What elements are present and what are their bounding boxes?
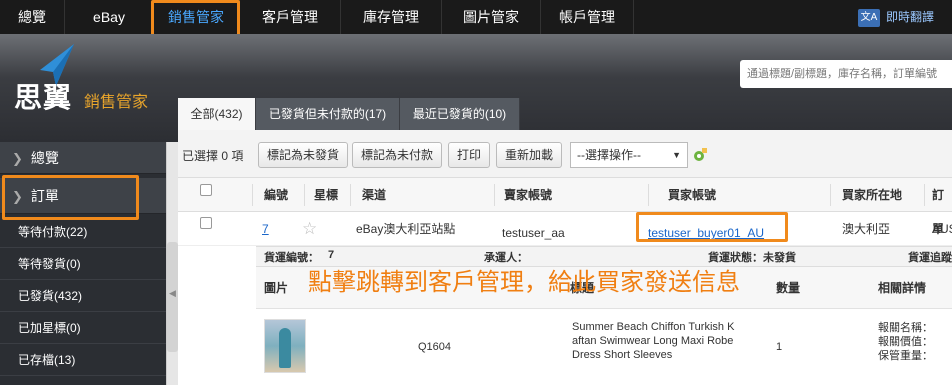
- main-panel: 已選擇 0 項 標記為未發貨 標記為未付款 打印 重新加載 --選擇操作-- ▼…: [178, 130, 952, 385]
- sidebar-splitter[interactable]: ◀: [166, 142, 178, 385]
- mark-unpaid-button[interactable]: 標記為未付款: [352, 142, 442, 168]
- annotation-text: 點擊跳轉到客戶管理，給此買家發送信息: [308, 269, 740, 296]
- table-header: 編號 星標 渠道 賣家帳號 買家帳號 買家所在地 訂單: [178, 178, 952, 236]
- col-details: 相關詳情: [878, 281, 927, 295]
- item-row: Q1604 Summer Beach Chiffon Turkish K aft…: [256, 309, 952, 385]
- column-divider: [494, 184, 495, 206]
- sidebar-item-awaiting-payment[interactable]: 等待付款(22): [0, 216, 166, 248]
- item-title: Summer Beach Chiffon Turkish K aftan Swi…: [572, 320, 734, 362]
- nav-inventory-management[interactable]: 庫存管理: [341, 0, 441, 34]
- selected-count: 已選擇 0 項: [182, 149, 244, 163]
- translate-label: 即時翻譯: [885, 10, 934, 24]
- collapse-arrow-icon[interactable]: ◀: [169, 288, 176, 299]
- column-divider: [648, 184, 649, 206]
- col-quantity: 數量: [776, 281, 801, 295]
- nav-ebay[interactable]: eBay: [65, 0, 153, 34]
- shipment-id-value: 7: [328, 249, 335, 261]
- table-row: 7 ☆ eBay澳大利亞站點 testuser_aa testuser_buye…: [178, 212, 952, 246]
- col-order[interactable]: 訂單: [932, 178, 952, 236]
- green-gear-icon[interactable]: [692, 147, 708, 163]
- column-divider: [830, 184, 831, 206]
- col-star[interactable]: 星標: [314, 178, 338, 212]
- nav-divider: [633, 0, 634, 34]
- order-id-link[interactable]: 7: [262, 212, 269, 246]
- col-buyer-location[interactable]: 買家所在地: [842, 178, 902, 212]
- nav-customer-management[interactable]: 客戶管理: [240, 0, 340, 34]
- column-divider: [350, 184, 351, 206]
- buyer-location-cell: 澳大利亞: [842, 222, 891, 236]
- col-buyer-account[interactable]: 買家帳號: [668, 178, 716, 212]
- col-image: 圖片: [264, 281, 289, 295]
- product-thumbnail[interactable]: [264, 319, 306, 373]
- item-title-line: Summer Beach Chiffon Turkish K: [572, 321, 735, 333]
- logo-main-text: 思翼: [14, 82, 73, 113]
- col-id[interactable]: 編號: [264, 178, 288, 212]
- sidebar-item-starred[interactable]: 已加星標(0): [0, 312, 166, 344]
- top-navigation: 總覽 eBay 銷售管家 客戶管理 庫存管理 圖片管家 帳戶管理 文A 即時翻譯: [0, 0, 952, 34]
- item-details: 報關名稱： 報關價值： 保管重量：: [878, 321, 933, 363]
- tab-all[interactable]: 全部(432): [178, 98, 256, 130]
- weight-label: 保管重量：: [878, 350, 933, 362]
- search-input[interactable]: 通過標題/副標題，庫存名稱，訂單編號: [740, 60, 952, 88]
- chevron-right-icon: ❯: [12, 151, 23, 166]
- sidebar-orders-highlight-box: [2, 175, 139, 220]
- nav-account-management[interactable]: 帳戶管理: [541, 0, 633, 34]
- tracking-label: 貨運追蹤: [908, 252, 952, 264]
- channel-cell: eBay澳大利亞站點: [356, 222, 456, 236]
- col-channel[interactable]: 渠道: [362, 178, 386, 212]
- column-divider: [252, 184, 253, 206]
- sidebar-section-label: 總覽: [30, 150, 59, 166]
- item-quantity: 1: [776, 341, 783, 353]
- action-select[interactable]: --選擇操作-- ▼: [570, 142, 688, 168]
- sidebar-item-awaiting-shipment[interactable]: 等待發貨(0): [0, 248, 166, 280]
- star-icon[interactable]: ☆: [302, 220, 317, 237]
- tab-shipped-unpaid[interactable]: 已發貨但未付款的(17): [256, 98, 400, 130]
- column-divider: [924, 184, 925, 206]
- customs-name-label: 報關名稱：: [878, 322, 933, 334]
- nav-image-manager[interactable]: 圖片管家: [442, 0, 540, 34]
- customs-value-label: 報關價值：: [878, 336, 933, 348]
- translate-icon: 文A: [857, 8, 880, 27]
- product-figure: [279, 328, 291, 368]
- col-seller-account[interactable]: 賣家帳號: [504, 178, 552, 212]
- reload-button[interactable]: 重新加載: [496, 142, 562, 168]
- nav-overview[interactable]: 總覽: [0, 0, 64, 34]
- print-button[interactable]: 打印: [448, 142, 490, 168]
- buyer-link-highlight-box: [636, 212, 788, 242]
- order-cell: AUS: [932, 222, 952, 236]
- caret-down-icon: ▼: [672, 150, 681, 160]
- sidebar-item-archived[interactable]: 已存檔(13): [0, 344, 166, 376]
- logo-sub-text: 銷售管家: [84, 94, 149, 111]
- item-title-line: aftan Swimwear Long Maxi Robe: [572, 335, 734, 347]
- row-checkbox[interactable]: [200, 217, 212, 229]
- item-sku: Q1604: [418, 341, 452, 353]
- seller-account-cell: testuser_aa: [502, 226, 565, 240]
- select-all-checkbox[interactable]: [200, 184, 212, 196]
- instant-translate-button[interactable]: 文A 即時翻譯: [857, 4, 934, 30]
- sidebar-section-overview[interactable]: ❯ 總覽: [0, 142, 166, 174]
- mark-unshipped-button[interactable]: 標記為未發貨: [258, 142, 348, 168]
- action-select-value: --選擇操作--: [577, 148, 641, 162]
- toolbar: 已選擇 0 項 標記為未發貨 標記為未付款 打印 重新加載 --選擇操作-- ▼: [178, 130, 952, 178]
- item-title-line: Dress Short Sleeves: [572, 349, 673, 361]
- tab-recently-shipped[interactable]: 最近已發貨的(10): [400, 98, 520, 130]
- column-divider: [304, 184, 305, 206]
- sidebar-item-shipped[interactable]: 已發貨(432): [0, 280, 166, 312]
